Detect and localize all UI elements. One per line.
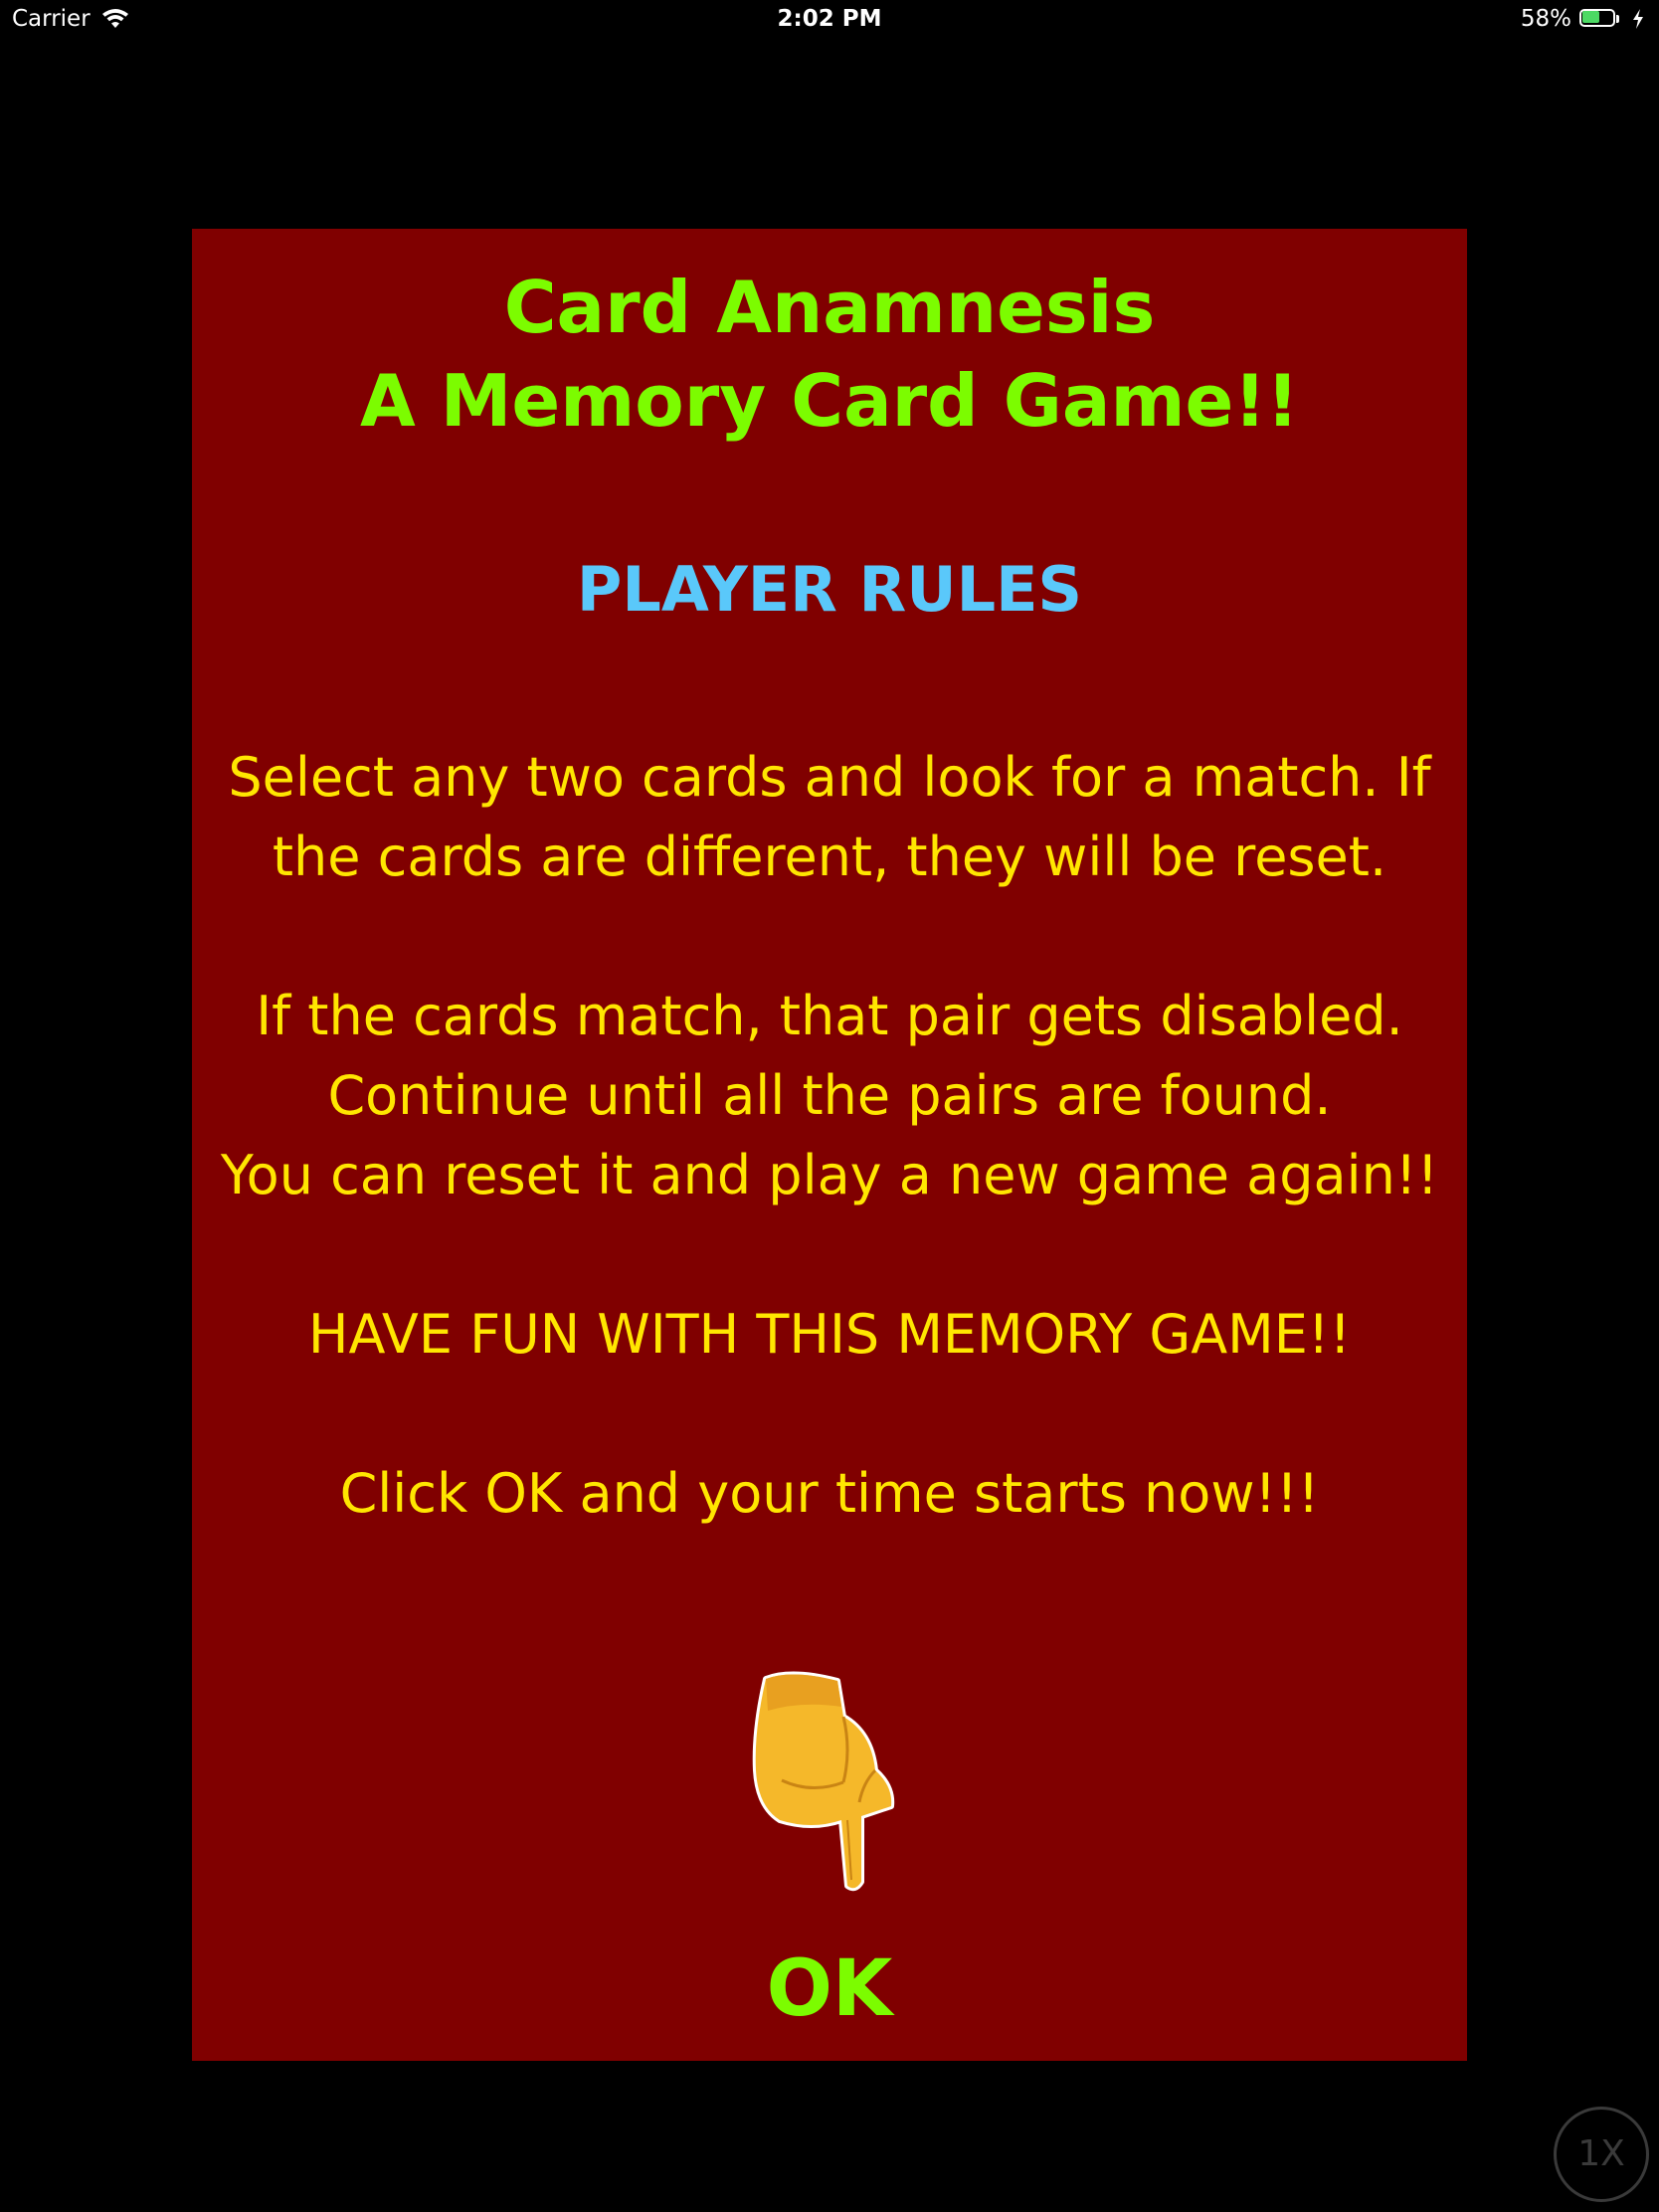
have-fun-line: HAVE FUN WITH THIS MEMORY GAME!! [307,1303,1352,1366]
battery-percent: 58% [1520,6,1571,32]
battery-level-fill [1582,11,1599,23]
speed-indicator[interactable]: 1X [1554,2107,1649,2202]
ok-button[interactable]: OK [696,1939,963,2039]
battery-icon [1579,8,1623,30]
status-bar-right: 58% [1521,6,1645,32]
rules-line: You can reset it and play a new game aga… [220,1144,1439,1206]
rules-line: Continue until all the pairs are found. [327,1064,1332,1127]
game-subtitle: A Memory Card Game!! [359,359,1299,443]
rules-text: Select any two cards and look for a matc… [209,738,1450,1534]
rules-line: If the cards match, that pair gets disab… [256,985,1403,1047]
game-title-line1: Card Anamnesis [503,266,1156,349]
status-bar-center: 2:02 PM [0,6,1659,32]
status-bar: Carrier 2:02 PM 58% [0,0,1659,40]
rules-line: the cards are different, they will be re… [272,826,1387,888]
game-title: Card Anamnesis A Memory Card Game!! [0,261,1659,448]
rules-line: Select any two cards and look for a matc… [228,746,1431,809]
charging-bolt-icon [1631,8,1645,30]
clock: 2:02 PM [777,6,882,32]
start-instruction-line: Click OK and your time starts now!!! [339,1462,1320,1525]
rules-heading: PLAYER RULES [576,553,1083,626]
backhand-index-pointing-down-icon [752,1671,907,1898]
